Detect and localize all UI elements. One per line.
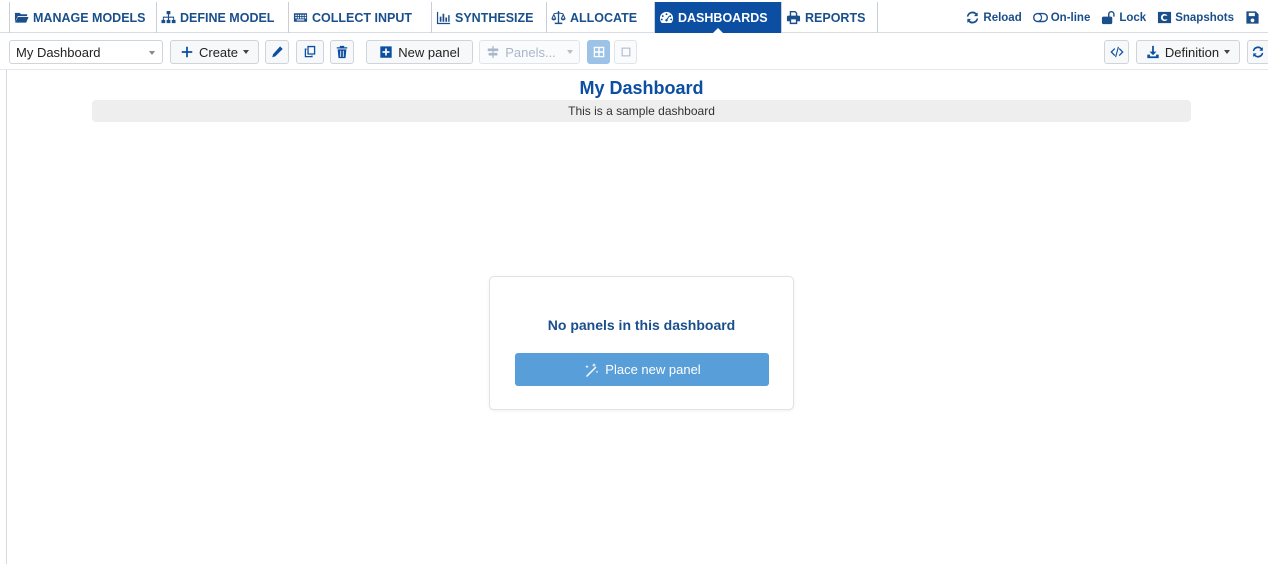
- tab-label: MANAGE MODELS: [33, 10, 146, 25]
- toggle-icon: [1032, 12, 1048, 23]
- online-label: On-line: [1050, 11, 1091, 24]
- online-toggle[interactable]: On-line: [1032, 10, 1091, 25]
- tab-define-model[interactable]: DEFINE MODEL: [157, 2, 289, 33]
- tab-synthesize[interactable]: SYNTHESIZE: [432, 2, 547, 33]
- delete-button[interactable]: [330, 40, 354, 64]
- dashboard-select[interactable]: My Dashboard: [9, 40, 163, 64]
- square-icon: [621, 47, 630, 57]
- edit-button[interactable]: [265, 40, 289, 64]
- plus-square-icon: [380, 46, 392, 58]
- unlock-icon: [1102, 10, 1115, 25]
- refresh-button[interactable]: [1247, 40, 1268, 64]
- printer-icon: [786, 10, 801, 25]
- tab-label: ALLOCATE: [570, 10, 638, 25]
- tab-label: COLLECT INPUT: [312, 10, 412, 25]
- snapshots-label: Snapshots: [1175, 11, 1234, 24]
- reload-button[interactable]: Reload: [965, 10, 1022, 25]
- dashboard-select-value: My Dashboard: [16, 44, 101, 60]
- lock-label: Lock: [1119, 11, 1147, 24]
- tab-manage-models[interactable]: MANAGE MODELS: [9, 2, 157, 33]
- tab-label: DEFINE MODEL: [180, 10, 275, 25]
- definition-button[interactable]: Definition: [1136, 40, 1240, 64]
- dashboard-gauge-icon: [659, 11, 674, 24]
- copy-icon: [304, 45, 316, 58]
- new-panel-label: New panel: [398, 44, 460, 60]
- panels-label: Panels...: [505, 44, 556, 60]
- free-layout-button[interactable]: [614, 40, 637, 64]
- snapshots-button[interactable]: Snapshots: [1157, 10, 1234, 25]
- trash-icon: [336, 45, 348, 59]
- place-new-panel-label: Place new panel: [605, 362, 701, 377]
- tab-dashboards[interactable]: DASHBOARDS: [655, 2, 782, 33]
- lock-button[interactable]: Lock: [1101, 10, 1146, 25]
- download-icon: [1147, 45, 1159, 59]
- camera-icon: [1158, 11, 1172, 24]
- content-left-border: [6, 70, 7, 564]
- chevron-down-icon: [566, 50, 573, 54]
- sitemap-icon: [161, 10, 176, 24]
- dashboard-title: My Dashboard: [579, 78, 704, 98]
- chevron-down-icon: [149, 51, 155, 55]
- place-new-panel-button[interactable]: Place new panel: [515, 353, 769, 386]
- tab-allocate[interactable]: ALLOCATE: [547, 2, 655, 33]
- tab-label: DASHBOARDS: [678, 10, 768, 25]
- header-tools: Reload On-line Lock Snapshots: [954, 2, 1268, 33]
- new-panel-button[interactable]: New panel: [366, 40, 473, 64]
- bar-chart-icon: [436, 11, 451, 25]
- tab-collect-input[interactable]: COLLECT INPUT: [289, 2, 432, 33]
- empty-message: No panels in this dashboard: [547, 317, 736, 333]
- top-navigation: MANAGE MODELS DEFINE MODEL COLLECT INPUT…: [0, 0, 1268, 33]
- grid-view-button[interactable]: [587, 40, 610, 64]
- align-center-icon: [487, 45, 499, 59]
- code-view-button[interactable]: [1104, 40, 1129, 64]
- empty-dashboard-card: No panels in this dashboard Place new pa…: [489, 276, 794, 410]
- create-label: Create: [198, 44, 239, 60]
- floppy-disk-icon: [1246, 11, 1259, 24]
- tab-reports[interactable]: REPORTS: [782, 2, 878, 33]
- save-button[interactable]: [1245, 10, 1260, 25]
- reload-icon: [967, 11, 979, 24]
- chevron-down-icon: [243, 50, 250, 54]
- refresh-icon: [1252, 46, 1264, 58]
- grid-icon: [593, 46, 604, 58]
- dashboard-toolbar: My Dashboard Create New panel Panels... …: [0, 33, 1268, 70]
- balance-scale-icon: [551, 10, 566, 25]
- duplicate-button[interactable]: [296, 40, 324, 64]
- reload-label: Reload: [983, 11, 1022, 24]
- folder-open-icon: [14, 12, 29, 23]
- panels-dropdown[interactable]: Panels...: [479, 40, 580, 64]
- definition-label: Definition: [1164, 44, 1220, 60]
- plus-icon: [181, 46, 193, 58]
- keyboard-icon: [293, 13, 308, 22]
- create-button[interactable]: Create: [170, 40, 259, 64]
- code-icon: [1109, 46, 1124, 58]
- chevron-down-icon: [1224, 50, 1231, 54]
- magic-wand-icon: [585, 362, 599, 377]
- dashboard-description: This is a sample dashboard: [92, 100, 1191, 122]
- pencil-icon: [272, 46, 283, 58]
- tab-label: REPORTS: [805, 10, 866, 25]
- tab-label: SYNTHESIZE: [455, 10, 534, 25]
